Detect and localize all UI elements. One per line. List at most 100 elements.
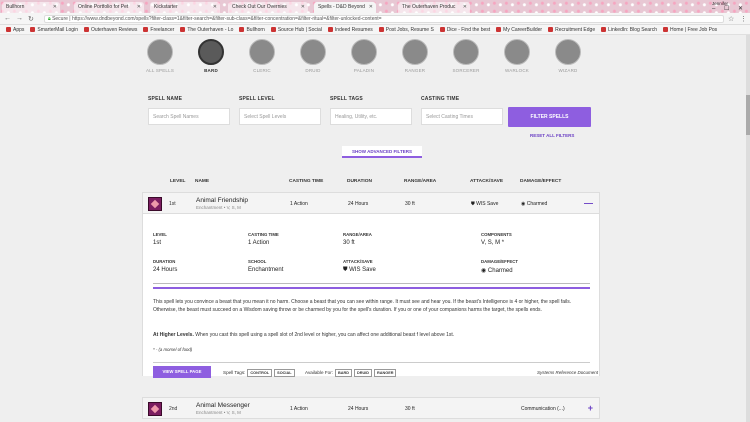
star-icon[interactable]: ☆ (728, 15, 734, 23)
detail-label: COMPONENTS (481, 232, 512, 237)
col-damage[interactable]: DAMAGE/EFFECT (520, 179, 561, 184)
expand-toggle[interactable]: + (588, 403, 593, 413)
forward-icon[interactable]: → (16, 15, 23, 22)
class-filter-row: ALL SPELLS BARD CLERIC DRUID PALADIN RANGER SO… (140, 37, 600, 82)
bookmark-icon (30, 27, 36, 33)
menu-icon[interactable]: ⋮ (740, 15, 747, 23)
scrollbar[interactable] (746, 35, 750, 422)
class-filter-wizard[interactable]: WIZARD (548, 37, 588, 73)
class-filter-warlock[interactable]: WARLOCK (497, 37, 537, 73)
filter-spells-button[interactable]: FILTER SPELLS (508, 107, 591, 127)
browser-tab[interactable]: Online Portfolio for Pet ✕ (74, 2, 144, 13)
bookmark-item[interactable]: Recruitment Edge (548, 25, 596, 34)
detail-components: V, S, M * (481, 240, 505, 246)
casting-time-select[interactable]: Select Casting Times (421, 108, 503, 125)
col-name[interactable]: NAME (195, 179, 209, 184)
class-avatar (504, 39, 530, 65)
show-advanced-filters-button[interactable]: SHOW ADVANCED FILTERS (342, 146, 422, 158)
maximize-icon[interactable]: ☐ (724, 5, 729, 12)
detail-school: Enchantment (248, 267, 284, 273)
bookmark-item[interactable]: Apps (6, 25, 24, 34)
bookmark-item[interactable]: Post Jobs, Resume S (378, 25, 434, 34)
browser-tab[interactable]: Check Out Our Overnies ✕ (228, 2, 308, 13)
scrollbar-thumb[interactable] (746, 95, 750, 135)
bookmark-item[interactable]: My CareerBuilder (496, 25, 542, 34)
close-window-icon[interactable]: ✕ (738, 5, 743, 12)
spell-range: 30 ft (405, 201, 415, 207)
col-level[interactable]: LEVEL (170, 179, 185, 184)
spell-row[interactable]: 2nd Animal Messenger Enchantment • V, S,… (142, 397, 600, 419)
col-duration[interactable]: DURATION (347, 179, 372, 184)
spell-tags: Spell Tags: CONTROL SOCIAL (223, 369, 295, 377)
higher-levels-text: When you cast this spell using a spell s… (193, 332, 455, 338)
detail-label: LEVEL (153, 232, 167, 237)
class-label: BARD (204, 68, 218, 73)
bookmark-label: SmarterMail Login (37, 27, 78, 33)
bookmark-item[interactable]: SmarterMail Login (30, 25, 78, 34)
bookmark-label: Indeed Resumes (334, 27, 373, 33)
bookmark-item[interactable]: Indeed Resumes (327, 25, 373, 34)
casting-time-label: CASTING TIME (421, 96, 460, 102)
spell-school: Enchantment • V, S, M (196, 205, 241, 210)
browser-tab[interactable]: The Outerhaven Produc ✕ (398, 2, 470, 13)
class-filter-all-spells[interactable]: ALL SPELLS (140, 37, 180, 73)
bookmark-item[interactable]: Home | Free Job Pos (663, 25, 718, 34)
bookmark-item[interactable]: Bullhorn (239, 25, 265, 34)
close-icon[interactable]: ✕ (53, 4, 57, 10)
divider (153, 283, 590, 284)
close-icon[interactable]: ✕ (463, 4, 467, 10)
spell-tags-label: Spell Tags: (223, 370, 246, 375)
back-icon[interactable]: ← (4, 15, 11, 22)
bookmark-item[interactable]: Outerhaven Reviews (83, 25, 137, 34)
reset-filters-link[interactable]: RESET ALL FILTERS (530, 133, 574, 138)
class-badge[interactable]: RANGER (374, 369, 397, 377)
bookmark-label: Home | Free Job Pos (670, 27, 718, 33)
bookmark-item[interactable]: Freelancer (143, 25, 174, 34)
tag-badge[interactable]: SOCIAL (274, 369, 295, 377)
bookmark-item[interactable]: LinkedIn: Blog Search (601, 25, 657, 34)
class-badge[interactable]: BARD (335, 369, 352, 377)
class-filter-sorcerer[interactable]: SORCERER (446, 37, 486, 73)
spell-casting-time: 1 Action (290, 201, 308, 207)
col-attack[interactable]: ATTACK/SAVE (470, 179, 503, 184)
class-filter-druid[interactable]: DRUID (293, 37, 333, 73)
url-field[interactable]: 🔒︎ Secure | https://www.dndbeyond.com/sp… (44, 15, 724, 23)
bookmark-item[interactable]: Dice - Find the best (439, 25, 490, 34)
close-icon[interactable]: ✕ (213, 4, 217, 10)
reload-icon[interactable]: ↻ (28, 15, 34, 23)
close-icon[interactable]: ✕ (137, 4, 141, 10)
minimize-icon[interactable]: – (712, 6, 715, 12)
class-badge[interactable]: DRUID (353, 369, 373, 377)
tab-label: Check Out Our Overnies (232, 4, 287, 10)
class-label: CLERIC (253, 68, 271, 73)
bookmark-label: Recruitment Edge (555, 27, 596, 33)
spell-level-label: SPELL LEVEL (239, 96, 275, 102)
spell-row[interactable]: 1st Animal Friendship Enchantment • V, S… (142, 192, 600, 214)
spell-casting-time: 1 Action (290, 406, 308, 412)
browser-tab[interactable]: Bullhorn ✕ (2, 2, 60, 13)
bookmark-item[interactable]: Source Hub | Social (270, 25, 322, 34)
col-casting-time[interactable]: CASTING TIME (289, 179, 323, 184)
class-filter-paladin[interactable]: PALADIN (344, 37, 384, 73)
tag-badge[interactable]: CONTROL (247, 369, 273, 377)
view-spell-page-button[interactable]: VIEW SPELL PAGE (153, 366, 211, 378)
spell-name-input[interactable]: Search Spell Names (148, 108, 230, 125)
close-icon[interactable]: ✕ (369, 4, 373, 10)
bookmark-icon (6, 27, 11, 33)
class-filter-bard[interactable]: BARD (191, 37, 231, 73)
collapse-toggle[interactable]: — (584, 198, 593, 208)
bookmark-label: Post Jobs, Resume S (385, 27, 434, 33)
close-icon[interactable]: ✕ (301, 4, 305, 10)
class-filter-ranger[interactable]: RANGER (395, 37, 435, 73)
spell-range: 30 ft (405, 406, 415, 412)
browser-tab[interactable]: Kickstarter ✕ (150, 2, 220, 13)
spell-tags-select[interactable]: Healing, Utility, etc. (330, 108, 412, 125)
bookmark-icon (270, 27, 276, 33)
class-filter-cleric[interactable]: CLERIC (242, 37, 282, 73)
bookmark-label: Bullhorn (246, 27, 265, 33)
browser-tab-active[interactable]: Spells - D&D Beyond ✕ (314, 2, 376, 13)
spell-name-label: SPELL NAME (148, 96, 183, 102)
col-range[interactable]: RANGE/AREA (404, 179, 436, 184)
spell-level-select[interactable]: Select Spell Levels (239, 108, 321, 125)
bookmark-item[interactable]: The Outerhaven - Lo (180, 25, 233, 34)
